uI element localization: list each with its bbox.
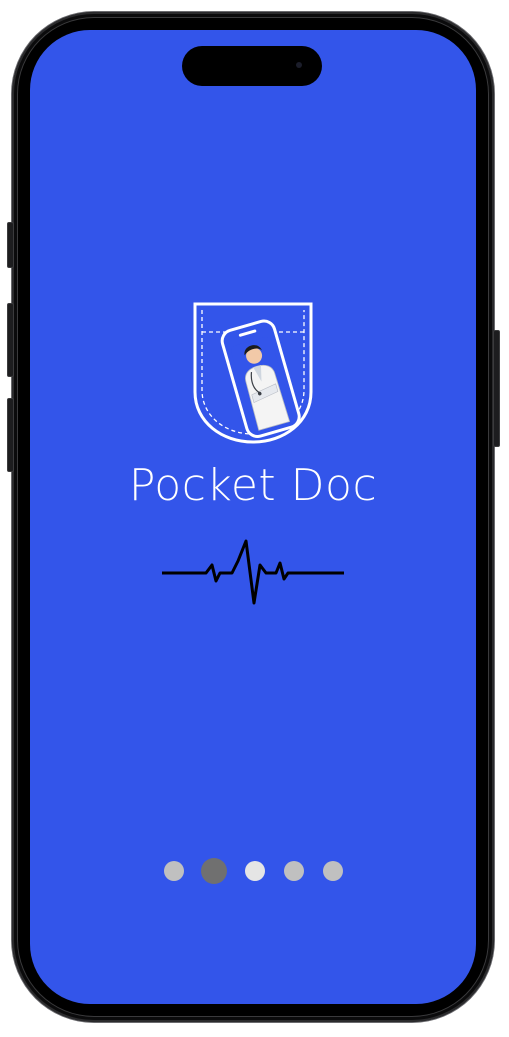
heartbeat-line-icon (162, 539, 344, 605)
power-button (493, 330, 500, 447)
volume-down-button (7, 398, 14, 472)
page-dot[interactable] (163, 861, 184, 881)
page-dot[interactable] (244, 861, 265, 881)
volume-up-button (7, 303, 14, 377)
splash-screen: Pocket Doc (30, 30, 476, 1004)
action-button (7, 222, 14, 268)
dynamic-island (182, 46, 322, 86)
app-title: Pocket Doc (128, 460, 378, 511)
page-indicator[interactable] (30, 858, 476, 884)
front-camera (296, 62, 302, 68)
page-dot-active[interactable] (201, 858, 227, 884)
pocket-doctor-icon (193, 302, 313, 444)
page-dot[interactable] (283, 861, 304, 881)
page-dot[interactable] (322, 861, 343, 881)
